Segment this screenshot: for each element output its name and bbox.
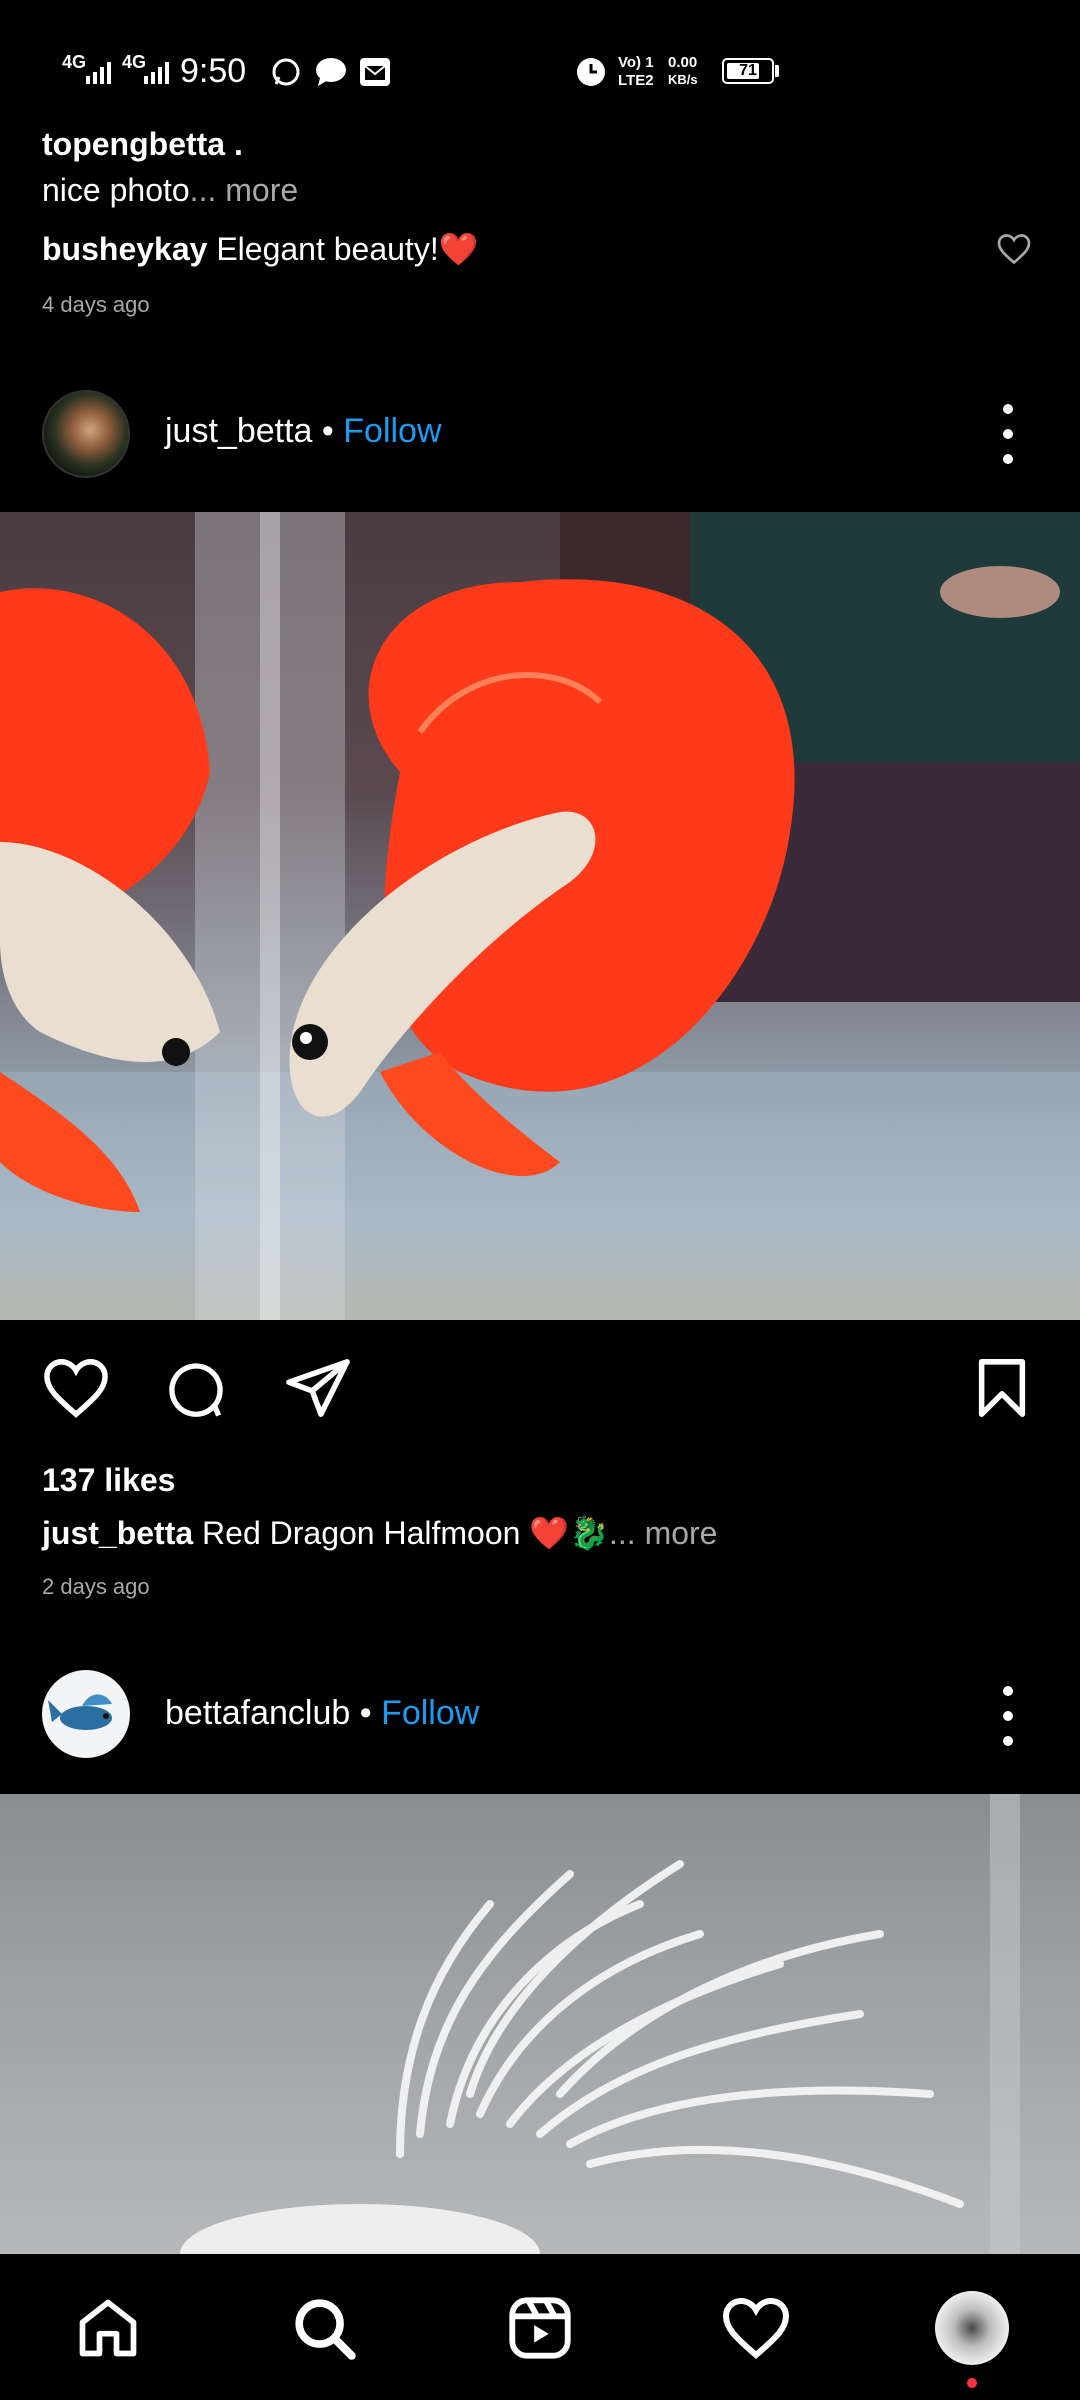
speed-value: 0.00 bbox=[668, 54, 698, 71]
whatsapp-icon bbox=[272, 58, 300, 86]
post2-header: bettafanclub • Follow bbox=[165, 1694, 479, 1733]
post1-caption: just_betta Red Dragon Halfmoon ❤️🐉... mo… bbox=[42, 1514, 717, 1552]
nav-profile[interactable] bbox=[922, 2278, 1022, 2378]
post2-image[interactable] bbox=[0, 1794, 1080, 2254]
post1-more-link[interactable]: ... more bbox=[609, 1515, 717, 1551]
comment-2: busheykay Elegant beauty!❤️ bbox=[42, 230, 479, 268]
heart-icon bbox=[722, 2297, 790, 2359]
nav-search[interactable] bbox=[274, 2278, 374, 2378]
nav-activity[interactable] bbox=[706, 2278, 806, 2378]
post1-more-options-icon[interactable] bbox=[988, 404, 1028, 464]
bottom-navigation bbox=[0, 2254, 1080, 2400]
white-fish-illustration bbox=[180, 1794, 1020, 2254]
post1-share-icon[interactable] bbox=[282, 1356, 354, 1420]
post1-image[interactable] bbox=[0, 512, 1080, 1320]
separator-dot: • bbox=[321, 412, 334, 450]
post2-avatar[interactable] bbox=[42, 1670, 130, 1758]
post1-save-icon[interactable] bbox=[972, 1356, 1032, 1420]
home-icon bbox=[79, 2299, 137, 2357]
post1-avatar[interactable] bbox=[42, 390, 130, 478]
battery-tip bbox=[775, 65, 779, 77]
post1-timestamp: 2 days ago bbox=[42, 1574, 150, 1599]
separator-dot: • bbox=[359, 1694, 372, 1732]
betta-fish-illustration bbox=[0, 512, 1080, 1320]
post1-likes[interactable]: 137 likes bbox=[42, 1462, 175, 1499]
comment-2-user[interactable]: busheykay bbox=[42, 231, 207, 267]
post1-like-icon[interactable] bbox=[40, 1356, 112, 1420]
lte-label: LTE2 bbox=[618, 72, 654, 89]
battery-icon: 71 bbox=[722, 58, 774, 84]
search-icon bbox=[295, 2299, 356, 2360]
post2-more-options-icon[interactable] bbox=[988, 1686, 1028, 1746]
status-bar: 4G 4G 9:50 Vo) 1 LTE2 0.00 KB/s 71 bbox=[0, 0, 1080, 130]
post2-username[interactable]: bettafanclub bbox=[165, 1694, 350, 1732]
network-4g-label: 4G bbox=[62, 52, 87, 72]
nav-reels[interactable] bbox=[490, 2278, 590, 2378]
post1-header: just_betta • Follow bbox=[165, 412, 442, 451]
post1-username[interactable]: just_betta bbox=[165, 412, 312, 450]
volte-label: Vo) 1 bbox=[618, 54, 654, 71]
comment-2-text: Elegant beauty!❤️ bbox=[216, 231, 479, 267]
nav-home[interactable] bbox=[58, 2278, 158, 2378]
signal-icon bbox=[144, 62, 169, 84]
post1-comment-icon[interactable] bbox=[162, 1356, 230, 1424]
comment-1-text: nice photo... more bbox=[42, 172, 299, 208]
comment-like-icon[interactable] bbox=[996, 232, 1032, 266]
battery-level: 71 bbox=[739, 62, 757, 79]
message-icon bbox=[316, 58, 346, 86]
fish-avatar-icon bbox=[48, 1694, 112, 1730]
clock: 9:50 bbox=[180, 52, 247, 90]
signal-icon bbox=[86, 62, 111, 84]
reels-icon bbox=[509, 2297, 571, 2359]
network-4g-label: 4G bbox=[122, 52, 147, 72]
notification-dot bbox=[967, 2378, 977, 2388]
speed-unit: KB/s bbox=[668, 72, 698, 87]
post2-follow-button[interactable]: Follow bbox=[381, 1694, 479, 1732]
alarm-icon bbox=[577, 58, 605, 86]
profile-avatar bbox=[935, 2291, 1009, 2365]
mail-icon bbox=[360, 58, 390, 86]
post1-follow-button[interactable]: Follow bbox=[343, 412, 441, 450]
more-link[interactable]: ... more bbox=[190, 172, 298, 208]
comment-1-user[interactable]: topengbetta . bbox=[42, 126, 243, 163]
post1-caption-user[interactable]: just_betta bbox=[42, 1515, 193, 1551]
comment-timestamp: 4 days ago bbox=[42, 292, 150, 317]
post1-caption-text: Red Dragon Halfmoon ❤️🐉 bbox=[202, 1515, 609, 1551]
